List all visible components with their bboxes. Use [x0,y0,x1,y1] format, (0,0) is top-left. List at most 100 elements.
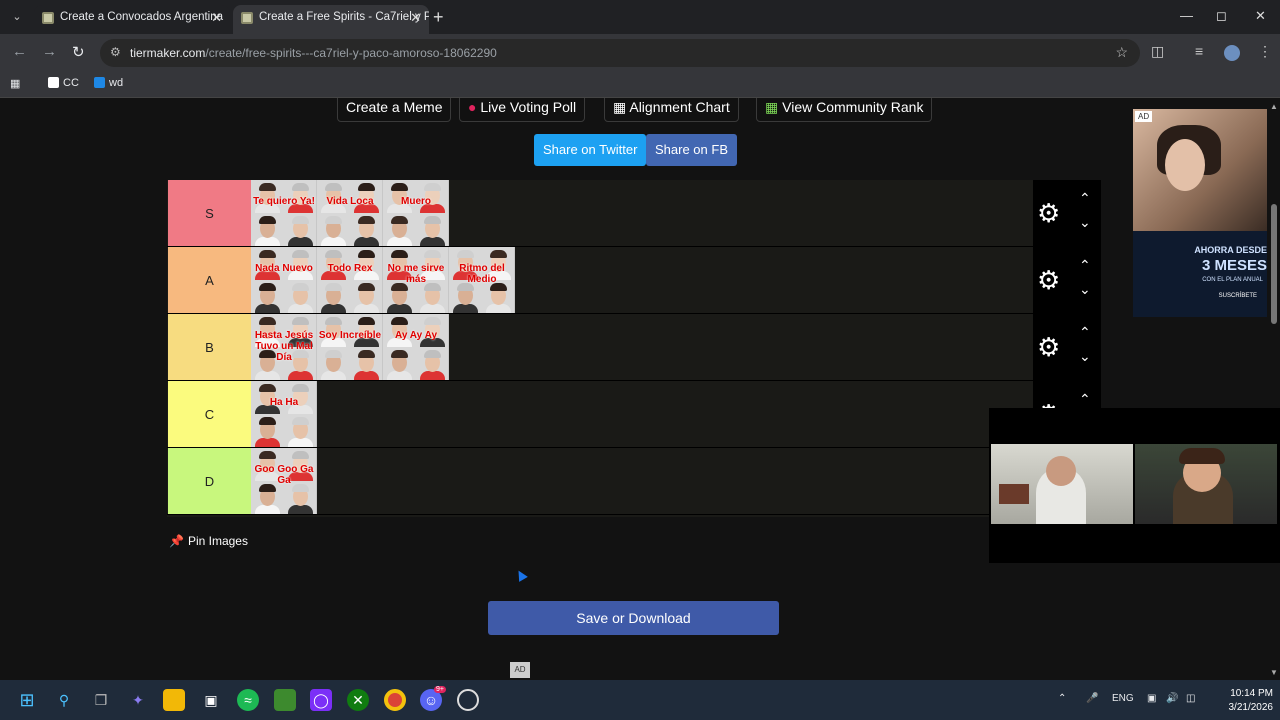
tray-overflow-icon[interactable]: ⌃ [1058,693,1066,704]
tier-item-card[interactable]: Todo Rex [317,247,383,313]
page-scrollbar[interactable]: ▲ ▼ [1268,98,1280,680]
tier-item-label: Soy Increíble [318,330,382,341]
tier-list: S Te quiero Ya! Vida Loca Muero ⚙ ⌃ ⌄ A Nada Nue… [167,180,1101,517]
bookmark-favicon-icon [48,77,59,88]
back-icon[interactable]: ← [12,43,27,60]
windows-start-icon[interactable]: ⊞ [16,689,38,711]
ad-text: 3 MESES [1201,257,1267,274]
tier-item-card[interactable]: Soy Increíble [317,314,383,380]
search-icon[interactable]: ⚲ [53,689,75,711]
spotify-icon[interactable]: ≈ [237,689,259,711]
side-advertisement[interactable]: AD AHORRA DESDE 3 MESES CON EL PLAN ANUA… [1133,109,1267,317]
create-meme-button[interactable]: Create a Meme [337,98,452,122]
tier-label[interactable]: S [168,180,251,246]
browser-tabbar: ⌄ Create a Convocados Argentina ✕ Create… [0,0,1280,34]
tier-settings-gear-icon[interactable]: ⚙ [1037,332,1060,362]
reload-icon[interactable]: ↻ [72,43,85,61]
maximize-icon[interactable]: ◻ [1216,8,1227,24]
tab-convocados[interactable]: Create a Convocados Argentina ✕ [34,5,230,34]
tier-settings-gear-icon[interactable]: ⚙ [1037,198,1060,228]
bookmark-star-icon[interactable]: ☆ [1115,44,1128,61]
close-tab-icon[interactable]: ✕ [410,10,421,26]
share-twitter-button[interactable]: Share on Twitter [534,134,647,166]
tier-item-card[interactable]: Ay Ay Ay [383,314,449,380]
instagram-like-app-icon[interactable]: ◯ [310,689,332,711]
tier-item-card[interactable]: No me sirve más [383,247,449,313]
menu-icon[interactable]: ⋮ [1258,43,1272,60]
tier-item-card[interactable]: Nada Nuevo [251,247,317,313]
move-tier-down-icon[interactable]: ⌄ [1079,281,1091,298]
obs-icon[interactable] [457,689,479,711]
mouse-cursor [514,568,528,582]
system-clock[interactable]: 10:14 PM 3/21/2026 [1215,687,1274,715]
bookmark-cc[interactable]: CC [48,77,79,89]
store-icon[interactable]: ▣ [200,689,222,711]
forward-icon[interactable]: → [42,43,57,60]
tier-item-label: No me sirve más [387,263,445,285]
network-icon[interactable]: ▣ [1147,693,1156,704]
address-bar[interactable]: ⚙ tiermaker.com/create/free-spirits---ca… [100,39,1140,67]
video-overlay[interactable] [989,408,1280,563]
chrome-icon[interactable] [384,689,406,711]
file-explorer-icon[interactable] [163,689,185,711]
tier-label[interactable]: C [168,381,251,447]
view-community-rank-button[interactable]: ▦ View Community Rank [756,98,933,122]
move-tier-down-icon[interactable]: ⌄ [1079,214,1091,231]
tier-settings-gear-icon[interactable]: ⚙ [1037,265,1060,295]
apps-icon[interactable]: ▦ [10,77,20,90]
tier-item-card[interactable]: Goo Goo Ga Ga [251,448,317,514]
scroll-up-icon[interactable]: ▲ [1270,102,1278,111]
xbox-icon[interactable]: ✕ [347,689,369,711]
minecraft-icon[interactable] [274,689,296,711]
extensions-icon[interactable]: ◫ [1151,43,1164,60]
close-tab-icon[interactable]: ✕ [211,10,222,26]
tab-title: Create a Free Spirits - Ca7riel y Paco [259,11,429,23]
tab-search-icon[interactable]: ⌄ [6,7,28,27]
task-view-icon[interactable]: ❐ [90,689,112,711]
move-tier-down-icon[interactable]: ⌄ [1079,348,1091,365]
scroll-thumb[interactable] [1271,204,1277,324]
ad-text: AHORRA DESDE [1194,245,1267,255]
share-fb-button[interactable]: Share on FB [646,134,737,166]
tier-item-card[interactable]: Muero [383,180,449,246]
close-window-icon[interactable]: ✕ [1255,8,1266,24]
new-tab-icon[interactable]: + [433,7,444,28]
pin-icon: 📌 [169,534,184,548]
tier-item-card[interactable]: Vida Loca [317,180,383,246]
battery-icon[interactable]: ◫ [1186,693,1195,704]
tab-free-spirits[interactable]: Create a Free Spirits - Ca7riel y Paco ✕ [233,5,429,34]
tier-item-card[interactable]: Ha Ha [251,381,317,447]
ad-cta[interactable]: SUSCRÍBETE [1219,293,1257,299]
tier-item-card[interactable]: Hasta Jesús Tuvo un Mal Día [251,314,317,380]
tier-row-s: S Te quiero Ya! Vida Loca Muero ⚙ ⌃ ⌄ [167,180,1101,247]
alignment-chart-button[interactable]: ▦ Alignment Chart [604,98,739,122]
language-indicator[interactable]: ENG [1112,693,1134,704]
tier-item-card[interactable]: Te quiero Ya! [251,180,317,246]
save-download-button[interactable]: Save or Download [488,601,779,635]
tier-item-card[interactable]: Ritmo del Medio [449,247,515,313]
tier-controls: ⚙ ⌃ ⌄ [1033,247,1101,313]
move-tier-up-icon[interactable]: ⌃ [1079,257,1091,274]
tier-label[interactable]: A [168,247,251,313]
move-tier-up-icon[interactable]: ⌃ [1079,324,1091,341]
microphone-icon[interactable]: 🎤 [1086,693,1098,704]
site-info-icon[interactable]: ⚙ [110,45,121,59]
discord-notification-badge: 9+ [434,686,446,693]
minimize-icon[interactable]: — [1180,8,1193,23]
profile-avatar[interactable] [1224,45,1240,61]
pin-images-toggle[interactable]: 📌 Pin Images [169,534,248,548]
media-icon[interactable]: ≡ [1195,43,1203,59]
tiermaker-favicon-icon [42,12,54,24]
move-tier-up-icon[interactable]: ⌃ [1079,391,1091,408]
rank-grid-icon: ▦ [765,99,779,115]
move-tier-up-icon[interactable]: ⌃ [1079,190,1091,207]
ad-badge: AD [1135,111,1153,122]
tier-label[interactable]: D [168,448,251,514]
copilot-icon[interactable]: ✦ [127,689,149,711]
scroll-down-icon[interactable]: ▼ [1270,668,1278,677]
tier-label[interactable]: B [168,314,251,380]
tier-controls: ⚙ ⌃ ⌄ [1033,180,1101,246]
volume-icon[interactable]: 🔊 [1166,693,1178,704]
bookmark-wd[interactable]: wd [94,77,123,89]
live-voting-poll-button[interactable]: ● Live Voting Poll [459,98,586,122]
